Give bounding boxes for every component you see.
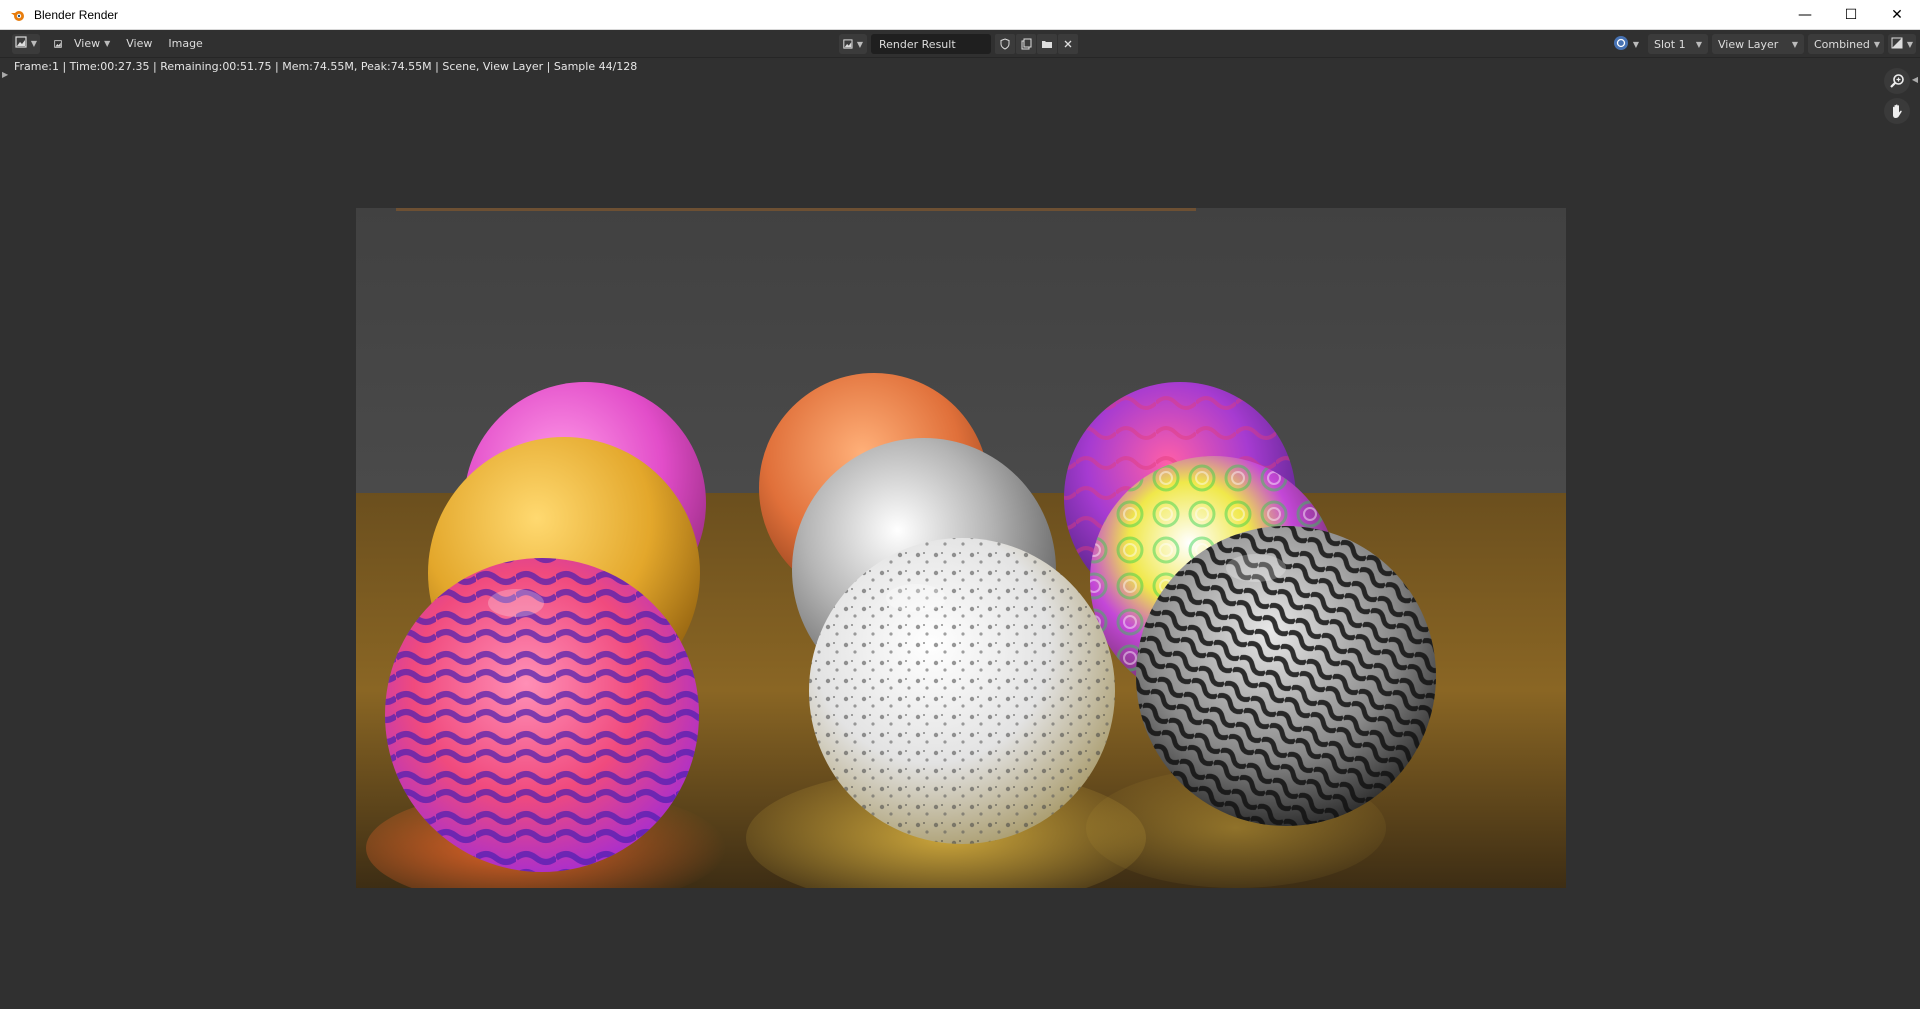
chevron-down-icon: ▼ [1632, 39, 1640, 49]
unlink-close-icon[interactable] [1058, 34, 1078, 54]
blender-logo-icon [10, 7, 26, 23]
close-button[interactable]: ✕ [1874, 0, 1920, 30]
slot-dropdown[interactable]: Slot 1 ▼ [1648, 34, 1708, 54]
chevron-down-icon: ▼ [1873, 39, 1881, 49]
render-pass-dropdown[interactable]: Combined ▼ [1808, 34, 1884, 54]
render-status-text: Frame:1 | Time:00:27.35 | Remaining:00:5… [14, 60, 638, 73]
display-channels-button[interactable]: ▼ [1608, 34, 1644, 54]
view-mode-label: View [74, 37, 101, 50]
toolbar-expand-arrow-icon[interactable]: ▶ [2, 70, 8, 79]
maximize-button[interactable]: ☐ [1828, 0, 1874, 30]
slot-label: Slot 1 [1654, 37, 1686, 51]
view-layer-dropdown[interactable]: View Layer ▼ [1712, 34, 1804, 54]
zoom-icon[interactable] [1884, 68, 1910, 94]
chevron-down-icon: ▼ [1906, 39, 1914, 49]
color-alpha-icon [1891, 37, 1903, 52]
fake-user-shield-icon[interactable] [995, 34, 1015, 54]
chevron-down-icon: ▼ [856, 39, 863, 49]
window-title: Blender Render [34, 7, 119, 22]
view-mode-dropdown[interactable]: View ▼ [66, 34, 118, 54]
image-editor-header: ▼ View ▼ View Image ▼ Render Result ▼ Sl… [0, 30, 1920, 58]
chevron-down-icon: ▼ [1695, 39, 1702, 49]
display-mode-button[interactable]: ▼ [1888, 34, 1916, 54]
minimize-button[interactable]: — [1782, 0, 1828, 30]
open-folder-icon[interactable] [1037, 34, 1057, 54]
display-channels-icon [1613, 35, 1629, 54]
image-browser: ▼ Render Result [835, 34, 1078, 54]
editor-type-button[interactable]: ▼ [12, 33, 40, 54]
image-editor-icon [15, 36, 27, 51]
sidebar-expand-arrow-icon[interactable]: ◀ [1912, 75, 1918, 84]
image-name-field[interactable]: Render Result [871, 34, 991, 54]
chevron-down-icon: ▼ [30, 39, 38, 48]
chevron-down-icon: ▼ [1791, 39, 1798, 49]
render-result-image[interactable] [356, 208, 1566, 888]
view-layer-label: View Layer [1718, 37, 1779, 51]
hand-icon[interactable] [1884, 98, 1910, 124]
window-titlebar: Blender Render — ☐ ✕ [0, 0, 1920, 30]
menu-image[interactable]: Image [160, 34, 210, 54]
chevron-down-icon: ▼ [104, 39, 111, 48]
image-mode-icon[interactable] [50, 34, 66, 54]
render-pass-label: Combined [1814, 37, 1870, 51]
menu-view[interactable]: View [118, 34, 160, 54]
new-image-icon[interactable] [1016, 34, 1036, 54]
render-display-options: ▼ Slot 1 ▼ View Layer ▼ Combined ▼ ▼ [1604, 34, 1916, 54]
browse-image-button[interactable]: ▼ [839, 34, 867, 54]
